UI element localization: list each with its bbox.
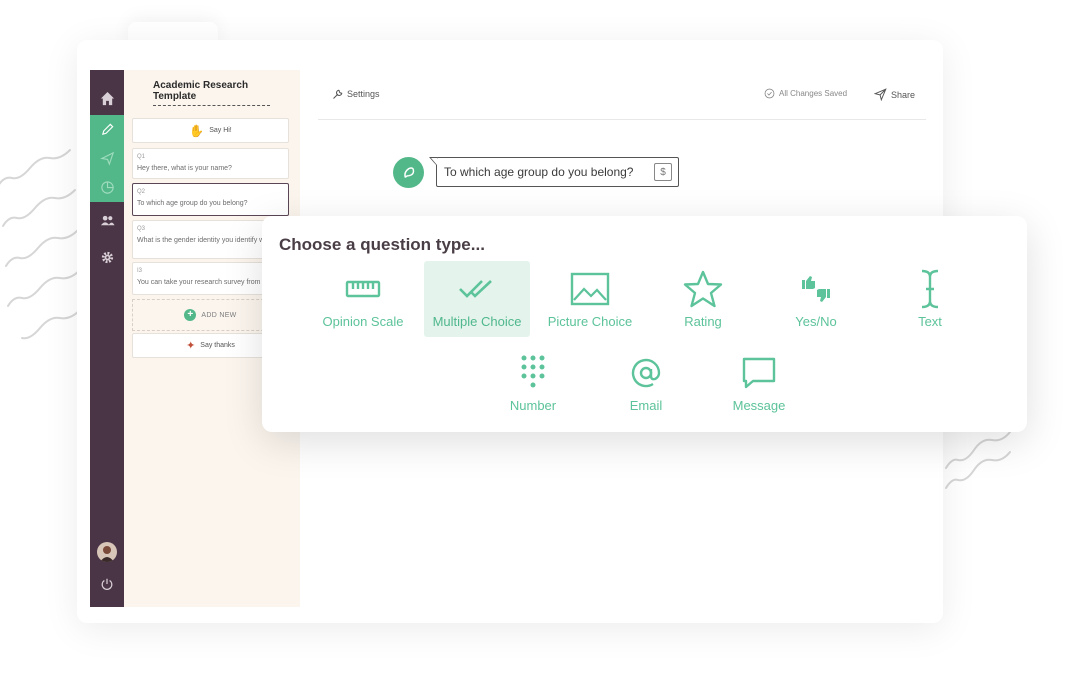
avatar[interactable] xyxy=(97,542,117,562)
question-number: Q3 xyxy=(137,226,146,232)
nav-results[interactable] xyxy=(90,173,124,202)
qtype-label: Opinion Scale xyxy=(322,314,404,329)
question-text: Hey there, what is your name? xyxy=(137,165,232,172)
question-card-1[interactable]: Q1 Hey there, what is your name? xyxy=(132,148,289,179)
share-label: Share xyxy=(891,89,916,100)
form-title[interactable]: Academic Research Template xyxy=(153,80,270,106)
users-icon xyxy=(100,215,115,226)
gear-icon xyxy=(101,251,113,264)
power-icon[interactable] xyxy=(100,577,114,591)
thumbs-icon xyxy=(802,276,830,302)
nav-edit[interactable] xyxy=(90,115,124,144)
send-icon xyxy=(874,88,887,101)
say-thanks-label: Say thanks xyxy=(200,342,235,349)
question-bubble[interactable]: To which age group do you belong? $ xyxy=(429,157,679,187)
add-new-label: ADD NEW xyxy=(201,311,237,319)
at-icon xyxy=(631,358,661,388)
settings-label: Settings xyxy=(347,89,380,99)
qtype-rating[interactable]: Rating xyxy=(650,261,756,337)
home-icon xyxy=(100,91,114,106)
qtype-label: Message xyxy=(732,398,786,413)
nav-home[interactable] xyxy=(90,84,124,113)
variable-button[interactable]: $ xyxy=(654,163,672,181)
nav-settings[interactable] xyxy=(90,243,124,272)
question-text: To which age group do you belong? xyxy=(137,200,248,207)
text-cursor-icon xyxy=(921,269,939,309)
qtype-label: Email xyxy=(629,398,663,413)
question-text[interactable]: To which age group do you belong? xyxy=(444,165,633,179)
plus-icon: + xyxy=(184,309,197,321)
image-icon xyxy=(570,272,610,306)
say-hi-label: Say Hi! xyxy=(209,127,232,134)
qtype-picture-choice[interactable]: Picture Choice xyxy=(537,261,643,337)
nav-share[interactable] xyxy=(90,144,124,173)
save-status-label: All Changes Saved xyxy=(779,89,848,98)
send-icon xyxy=(99,151,114,166)
qtype-label: Text xyxy=(918,314,942,329)
share-button[interactable]: Share xyxy=(874,88,915,101)
check-circle-icon xyxy=(764,88,775,99)
bot-avatar xyxy=(393,157,424,188)
party-popper-icon: ✦ xyxy=(186,340,196,352)
nav-team[interactable] xyxy=(90,206,124,235)
question-card-2[interactable]: Q2 To which age group do you belong? xyxy=(132,183,289,216)
message-icon xyxy=(742,357,776,389)
nav-rail xyxy=(90,70,124,607)
star-icon xyxy=(683,270,723,308)
popup-title: Choose a question type... xyxy=(279,235,485,254)
qtype-multiple-choice[interactable]: Multiple Choice xyxy=(424,261,530,337)
double-check-icon xyxy=(459,280,492,298)
bot-logo-icon xyxy=(403,166,414,178)
question-number: Q2 xyxy=(137,189,146,195)
qtype-text[interactable]: Text xyxy=(877,261,983,337)
pie-chart-icon xyxy=(100,181,114,194)
question-number: I3 xyxy=(137,268,143,274)
pencil-icon xyxy=(101,123,113,136)
avatar-image xyxy=(100,546,114,562)
qtype-email[interactable]: Email xyxy=(593,345,699,421)
qtype-yes-no[interactable]: Yes/No xyxy=(763,261,869,337)
waving-hand-icon: ✋ xyxy=(189,123,205,138)
say-hi-card[interactable]: ✋ Say Hi! xyxy=(132,118,289,143)
wrench-icon xyxy=(333,89,343,99)
save-status: All Changes Saved xyxy=(764,88,847,99)
qtype-number[interactable]: Number xyxy=(480,345,586,421)
settings-button[interactable]: Settings xyxy=(332,88,380,100)
qtype-label: Multiple Choice xyxy=(432,314,522,329)
question-type-popup: Choose a question type... Opinion Scale … xyxy=(262,216,1027,432)
qtype-label: Rating xyxy=(684,314,722,329)
qtype-label: Number xyxy=(509,398,557,413)
keypad-icon xyxy=(521,355,545,388)
qtype-message[interactable]: Message xyxy=(706,345,812,421)
qtype-opinion-scale[interactable]: Opinion Scale xyxy=(310,261,416,337)
qtype-label: Picture Choice xyxy=(547,314,633,329)
editor-topbar: Settings All Changes Saved Share xyxy=(318,70,926,120)
qtype-label: Yes/No xyxy=(795,314,837,329)
ruler-icon xyxy=(345,280,381,298)
question-number: Q1 xyxy=(137,154,146,160)
